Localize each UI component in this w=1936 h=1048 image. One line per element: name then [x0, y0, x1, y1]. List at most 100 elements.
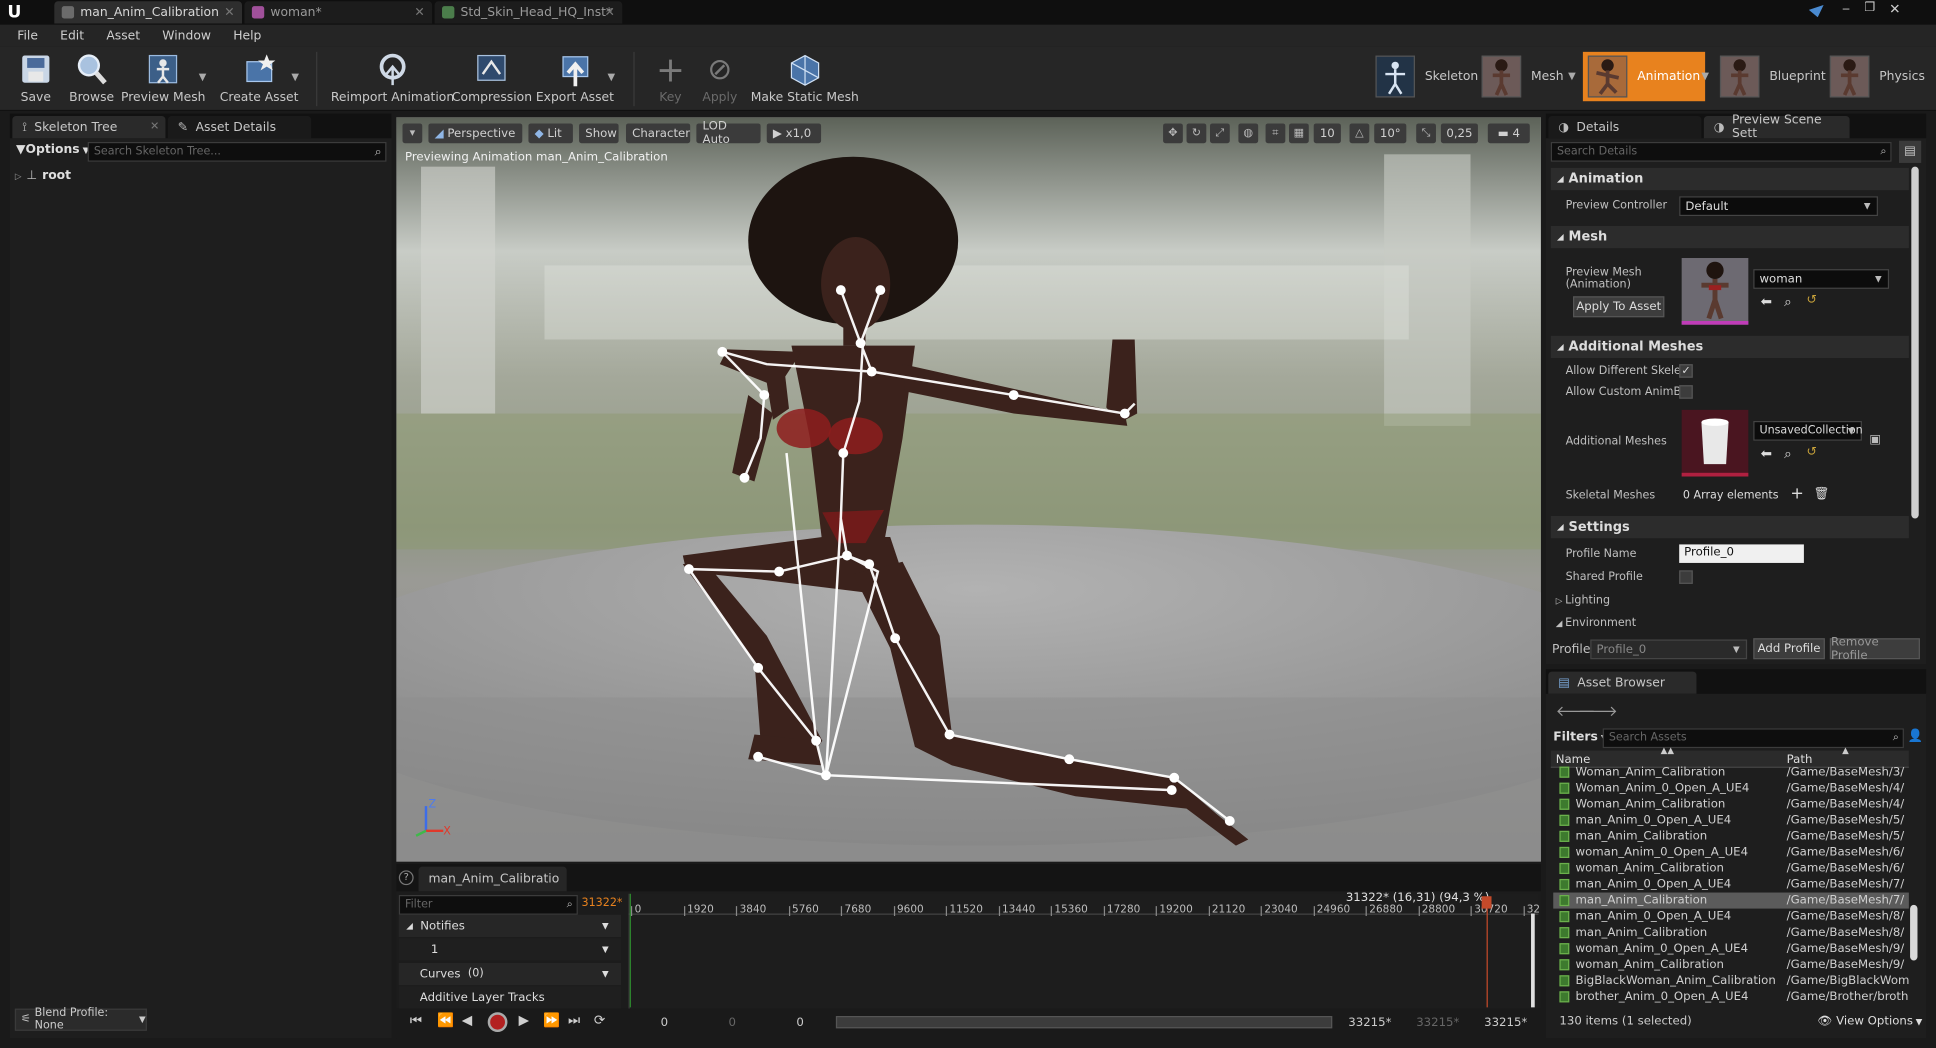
profile-combo[interactable]: Profile_0 ▼ [1590, 639, 1748, 660]
range-start-c[interactable]: 0 [796, 1016, 803, 1030]
asset-row[interactable]: Woman_Anim_Calibration/Game/BaseMesh/4/ [1553, 796, 1909, 812]
curves-track[interactable]: Curves (0) ▼ [398, 962, 622, 986]
step-forward-button[interactable]: ⏩ [543, 1012, 560, 1028]
asset-row[interactable]: man_Anim_0_Open_A_UE4/Game/BaseMesh/7/ [1553, 876, 1909, 892]
asset-row[interactable]: woman_Anim_0_Open_A_UE4/Game/BaseMesh/9/ [1553, 941, 1909, 957]
range-start-b[interactable]: 0 [728, 1016, 735, 1030]
details-search-input[interactable]: Search Details ⌕ [1550, 141, 1892, 162]
perspective-button[interactable]: ◢ Perspective [428, 123, 523, 144]
close-icon[interactable]: ✕ [150, 121, 159, 133]
scale-icon[interactable]: ⤢ [1210, 123, 1230, 144]
add-element-icon[interactable]: + [1790, 485, 1803, 504]
skip-to-start-button[interactable]: ⏮ [410, 1012, 422, 1029]
make-static-mesh-button[interactable]: Make Static Mesh [751, 49, 859, 108]
use-selected-arrow-icon[interactable]: ⬅ [1761, 446, 1772, 462]
section-settings[interactable]: ◢ Settings [1550, 516, 1909, 539]
preview-mesh-combo[interactable]: woman ▼ [1753, 269, 1890, 289]
reimport-animation-button[interactable]: Reimport Animation [331, 49, 454, 108]
range-start-a[interactable]: 0 [661, 1016, 668, 1030]
step-back-button[interactable]: ⏪ [437, 1012, 454, 1028]
close-icon[interactable]: ✕ [605, 6, 615, 20]
close-icon[interactable]: ✕ [414, 6, 424, 20]
lod-button[interactable]: LOD Auto [696, 120, 761, 147]
viewport-options-button[interactable]: ▾ [402, 123, 423, 144]
view-options-grid-icon[interactable]: ▤ [1898, 140, 1922, 163]
chevron-down-icon[interactable]: ▼ [607, 72, 615, 83]
tab-std-skin-head[interactable]: Std_Skin_Head_HQ_Inst* ✕ [434, 1, 623, 24]
playback-speed-button[interactable]: ▶ x1,0 [766, 123, 822, 144]
lighting-category[interactable]: ▷ Lighting [1556, 595, 1610, 607]
add-profile-button[interactable]: Add Profile [1753, 638, 1825, 660]
apply-button[interactable]: ⊘ Apply [701, 49, 738, 108]
asset-row[interactable]: man_Anim_Calibration/Game/BaseMesh/7/ [1553, 892, 1909, 909]
tab-preview-scene-settings[interactable]: ◑ Preview Scene Sett [1703, 114, 1850, 141]
skeleton-search-input[interactable]: Search Skeleton Tree... ⌕ [87, 141, 387, 162]
tab-skeleton-tree[interactable]: ⟟ Skeleton Tree ✕ [12, 116, 166, 139]
section-animation[interactable]: ◢ Animation [1550, 167, 1909, 191]
environment-category[interactable]: ◢ Environment [1556, 617, 1636, 629]
trash-icon[interactable]: 🗑 [1814, 488, 1830, 502]
grid-size-button[interactable]: 10 [1313, 123, 1341, 144]
tab-man-anim-calibration[interactable]: man_Anim_Calibration ✕ [54, 1, 243, 24]
chevron-down-icon[interactable]: ▼ [602, 921, 609, 931]
tab-asset-details[interactable]: ✎ Asset Details [167, 116, 312, 139]
bone-root[interactable]: ▷ ⊥ root [15, 169, 71, 183]
section-mesh[interactable]: ◢ Mesh [1550, 225, 1909, 249]
character-button[interactable]: Character [625, 123, 691, 144]
remove-profile-button[interactable]: Remove Profile [1829, 635, 1920, 662]
filters-dropdown[interactable]: Filters ▼ [1553, 731, 1607, 745]
menu-help[interactable]: Help [222, 29, 272, 43]
chevron-down-icon[interactable]: ▼ [291, 72, 299, 83]
apply-to-asset-button[interactable]: Apply To Asset [1573, 296, 1665, 318]
restore-button[interactable]: ❐ [1864, 1, 1879, 16]
end-marker[interactable] [1531, 913, 1535, 1008]
save-button[interactable]: Save [17, 49, 54, 108]
blend-profile-dropdown[interactable]: ⚟ Blend Profile: None ▼ [14, 1007, 147, 1032]
allow-custom-checkbox[interactable] [1679, 385, 1693, 399]
additional-meshes-thumbnail[interactable] [1681, 409, 1749, 477]
allow-different-checkbox[interactable]: ✓ [1679, 364, 1693, 378]
shared-profile-checkbox[interactable] [1679, 570, 1693, 584]
asset-row[interactable]: Woman_Anim_0_Open_A_UE4/Game/BaseMesh/4/ [1553, 780, 1909, 796]
chevron-down-icon[interactable]: ▼ [1701, 70, 1709, 81]
section-additional-meshes[interactable]: ◢ Additional Meshes [1550, 335, 1909, 359]
range-end-a[interactable]: 33215* [1348, 1016, 1391, 1030]
reset-to-default-icon[interactable]: ↺ [1806, 446, 1816, 460]
camera-speed-button[interactable]: ▬ 4 [1487, 123, 1530, 144]
asset-row[interactable]: woman_Anim_Calibration/Game/BaseMesh/6/ [1553, 860, 1909, 876]
browse-search-icon[interactable]: ⌕ [1784, 446, 1792, 463]
mode-animation[interactable]: Animation [1582, 51, 1706, 102]
menu-edit[interactable]: Edit [49, 29, 95, 43]
playhead-handle[interactable] [1481, 896, 1492, 909]
skip-to-end-button[interactable]: ⏭ [568, 1012, 580, 1029]
grid-snap-icon[interactable]: ▦ [1289, 123, 1309, 144]
preview-mesh-button[interactable]: Preview Mesh [121, 49, 206, 108]
lock-icon[interactable]: 👤 [1908, 730, 1923, 744]
notification-icon[interactable] [1808, 4, 1824, 18]
translate-icon[interactable]: ✥ [1163, 123, 1183, 144]
history-forward-icon[interactable]: 🡒 [1578, 701, 1618, 719]
reset-to-default-icon[interactable]: ↺ [1806, 294, 1816, 308]
chevron-down-icon[interactable]: ▼ [602, 969, 609, 979]
asset-list-scrollbar[interactable] [1910, 904, 1918, 961]
range-end-b[interactable]: 33215* [1416, 1016, 1459, 1030]
create-asset-button[interactable]: Create Asset [220, 49, 298, 108]
play-reverse-button[interactable]: ◀ [462, 1012, 472, 1028]
key-button[interactable]: + Key [652, 49, 689, 108]
menu-asset[interactable]: Asset [95, 29, 151, 43]
world-space-icon[interactable]: ◍ [1238, 123, 1259, 144]
asset-search-input[interactable]: Search Assets ⌕ [1602, 728, 1904, 749]
tab-asset-browser[interactable]: ▤ Asset Browser [1548, 671, 1697, 694]
chevron-down-icon[interactable]: ▼ [602, 944, 609, 954]
asset-row[interactable]: man_Anim_0_Open_A_UE4/Game/BaseMesh/8/ [1553, 909, 1909, 925]
loop-button[interactable]: ⟳ [594, 1012, 605, 1028]
scale-snap-size-button[interactable]: 0,25 [1440, 123, 1478, 144]
additive-layer-tracks[interactable]: Additive Layer Tracks [398, 986, 622, 1009]
notify-track-1[interactable]: 1 ▼ [398, 938, 622, 961]
browse-button[interactable]: Browse [69, 49, 114, 108]
tab-timeline[interactable]: man_Anim_Calibratio [418, 866, 567, 892]
surface-snap-icon[interactable]: ⌗ [1265, 123, 1286, 144]
collapse-arrow-icon[interactable]: ◢ [406, 921, 413, 931]
show-button[interactable]: Show [579, 123, 619, 144]
asset-row[interactable]: man_Anim_Calibration/Game/BaseMesh/8/ [1553, 925, 1909, 941]
